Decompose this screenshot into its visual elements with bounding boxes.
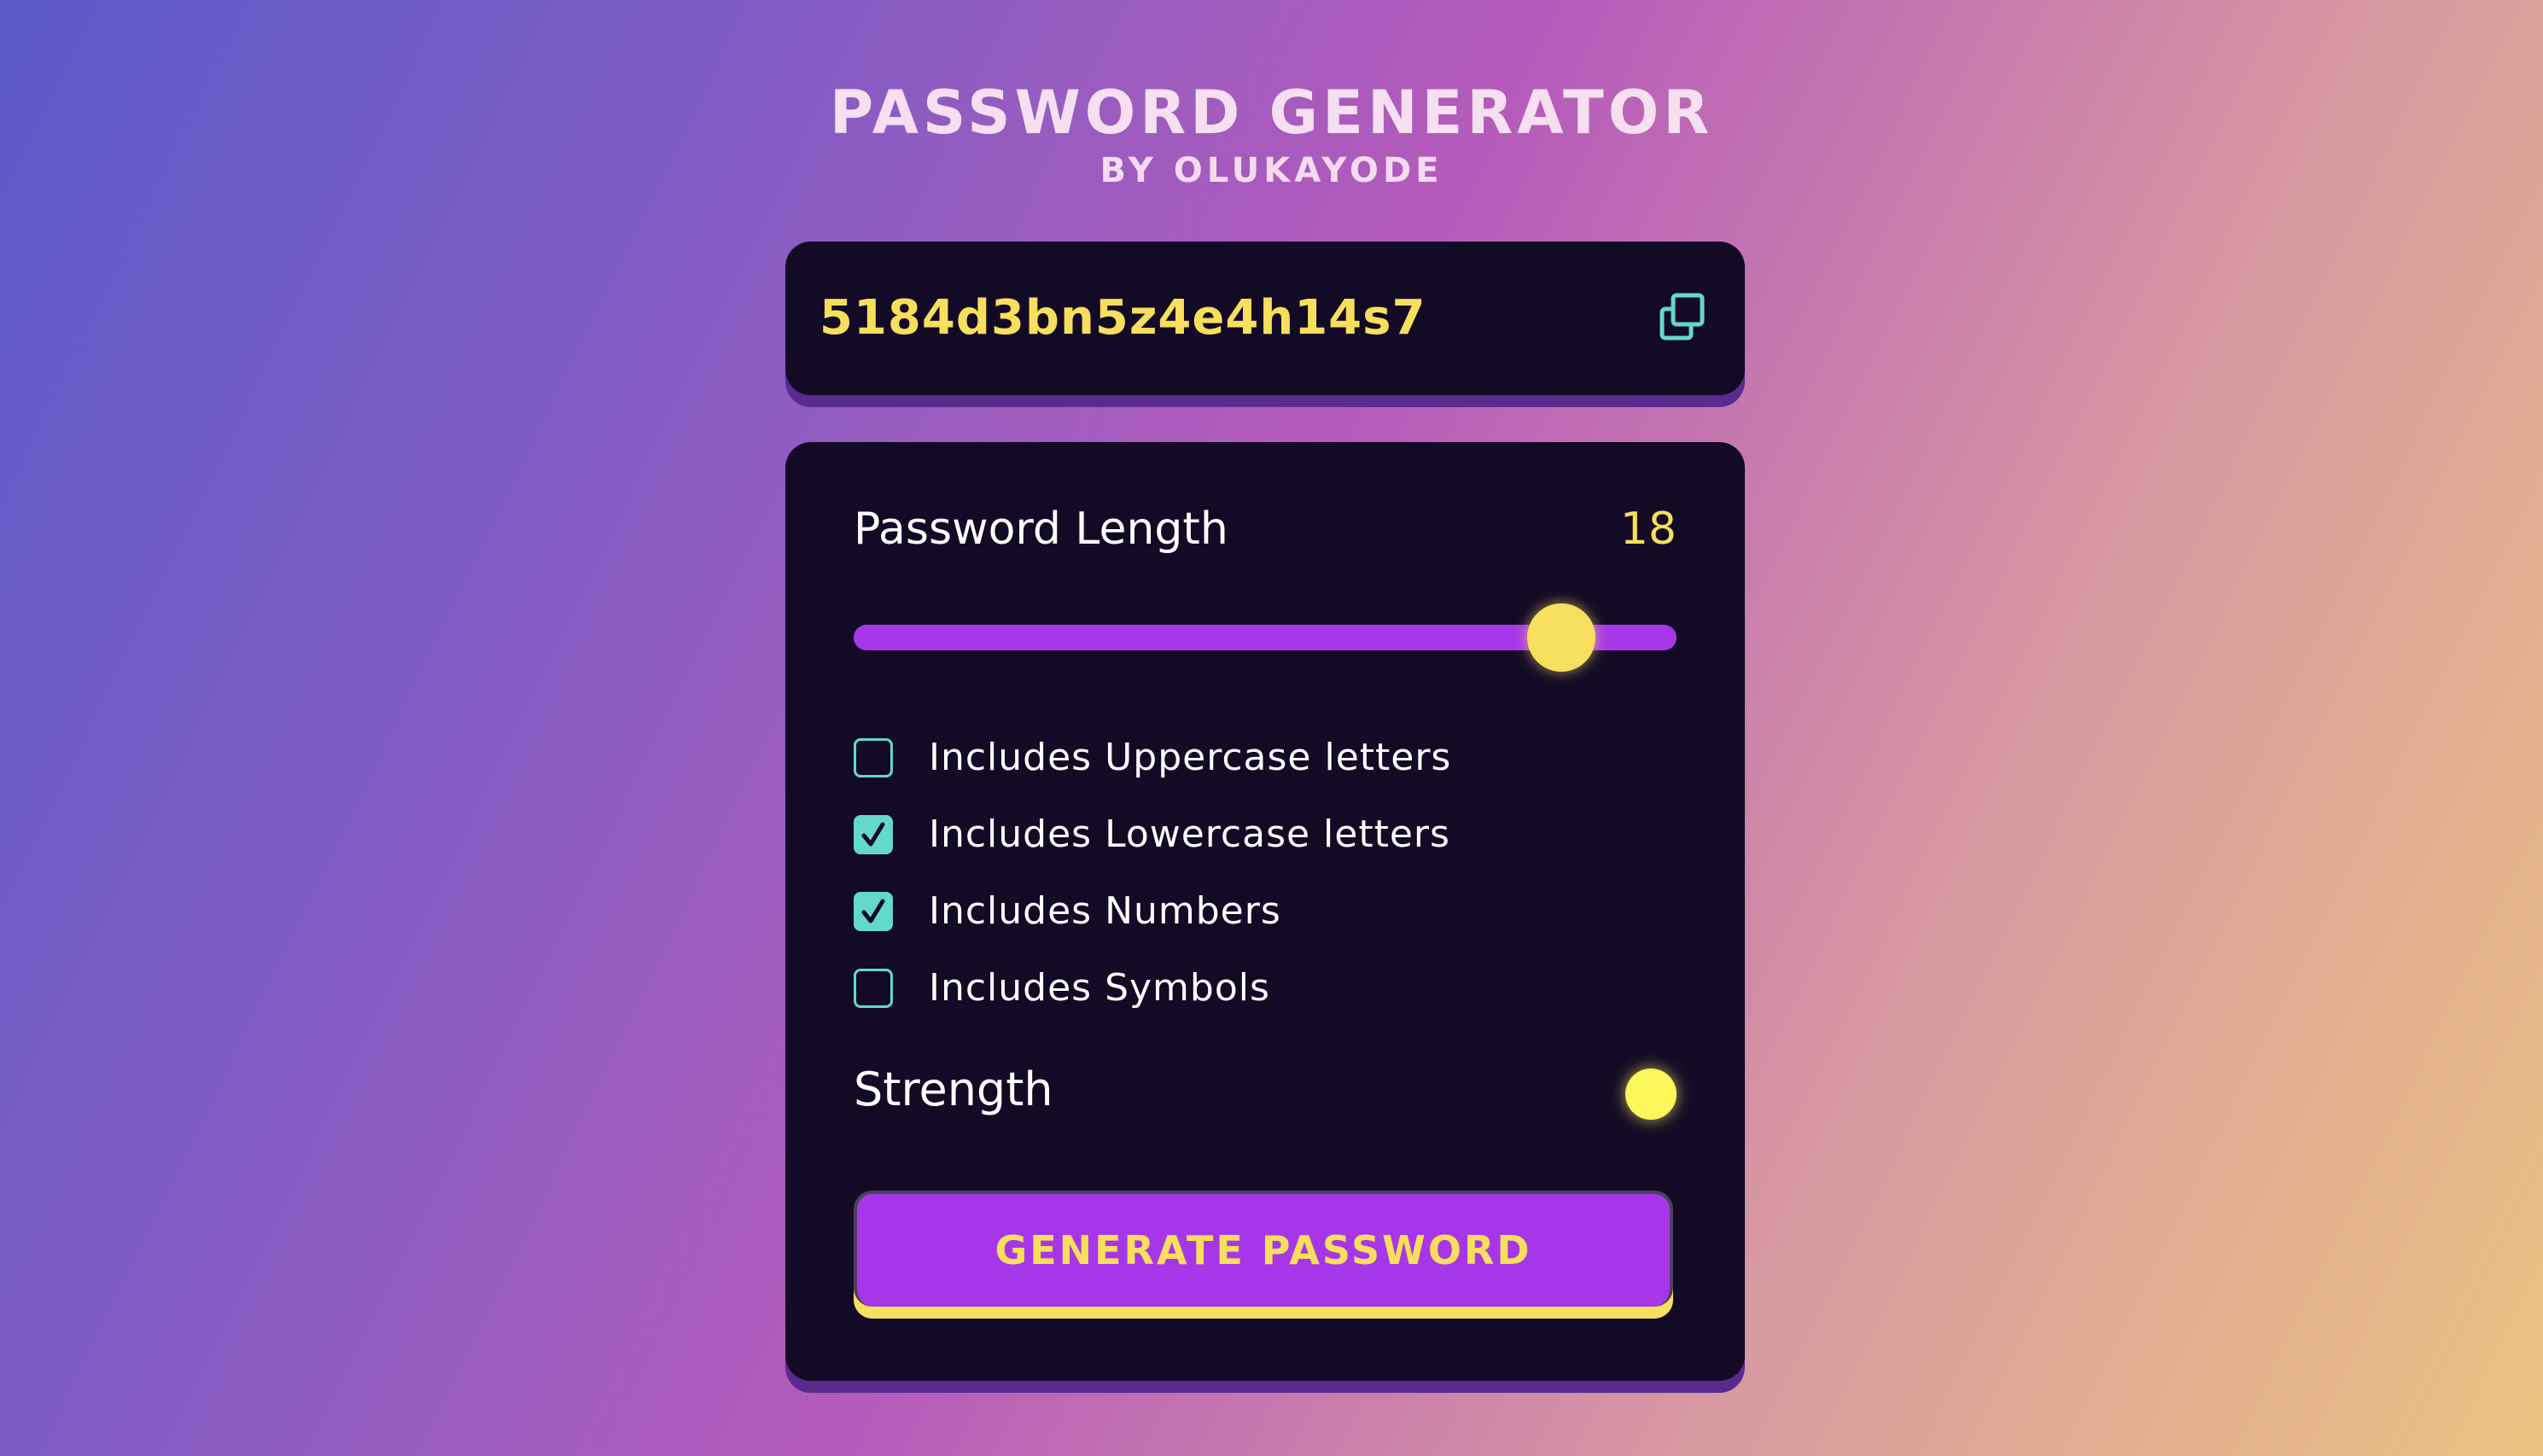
app-header: PASSWORD GENERATOR BY OLUKAYODE: [0, 77, 2543, 193]
password-display-card: 5184d3bn5z4e4h14s7: [785, 242, 1745, 395]
uppercase-option-label: Includes Uppercase letters: [929, 736, 1452, 779]
checkmark-icon: [861, 822, 885, 847]
strength-indicator: [1625, 1069, 1677, 1120]
option-numbers[interactable]: Includes Numbers: [854, 886, 1281, 937]
copy-button[interactable]: [1659, 293, 1706, 341]
uppercase-checkbox[interactable]: [854, 738, 893, 778]
lowercase-option-label: Includes Lowercase letters: [929, 812, 1450, 856]
checkmark-icon: [861, 899, 885, 923]
copy-icon: [1659, 293, 1705, 341]
generated-password[interactable]: 5184d3bn5z4e4h14s7: [819, 288, 1426, 348]
page-subtitle: BY OLUKAYODE: [1099, 151, 1444, 190]
symbols-checkbox[interactable]: [854, 969, 893, 1008]
option-symbols[interactable]: Includes Symbols: [854, 963, 1270, 1014]
generate-password-button[interactable]: GENERATE PASSWORD: [854, 1191, 1673, 1307]
strength-label: Strength: [854, 1063, 1053, 1116]
option-lowercase[interactable]: Includes Lowercase letters: [854, 809, 1450, 860]
symbols-option-label: Includes Symbols: [929, 966, 1270, 1010]
options-card: Password Length 18 Includes Uppercase le…: [785, 442, 1745, 1381]
option-uppercase[interactable]: Includes Uppercase letters: [854, 732, 1451, 783]
lowercase-checkbox[interactable]: [854, 815, 893, 854]
password-length-value: 18: [1619, 504, 1677, 555]
numbers-option-label: Includes Numbers: [929, 889, 1281, 933]
numbers-checkbox[interactable]: [854, 892, 893, 931]
password-length-slider[interactable]: [854, 603, 1677, 672]
slider-thumb[interactable]: [1527, 603, 1596, 672]
page-title: PASSWORD GENERATOR: [829, 78, 1714, 148]
password-length-label: Password Length: [854, 504, 1228, 555]
